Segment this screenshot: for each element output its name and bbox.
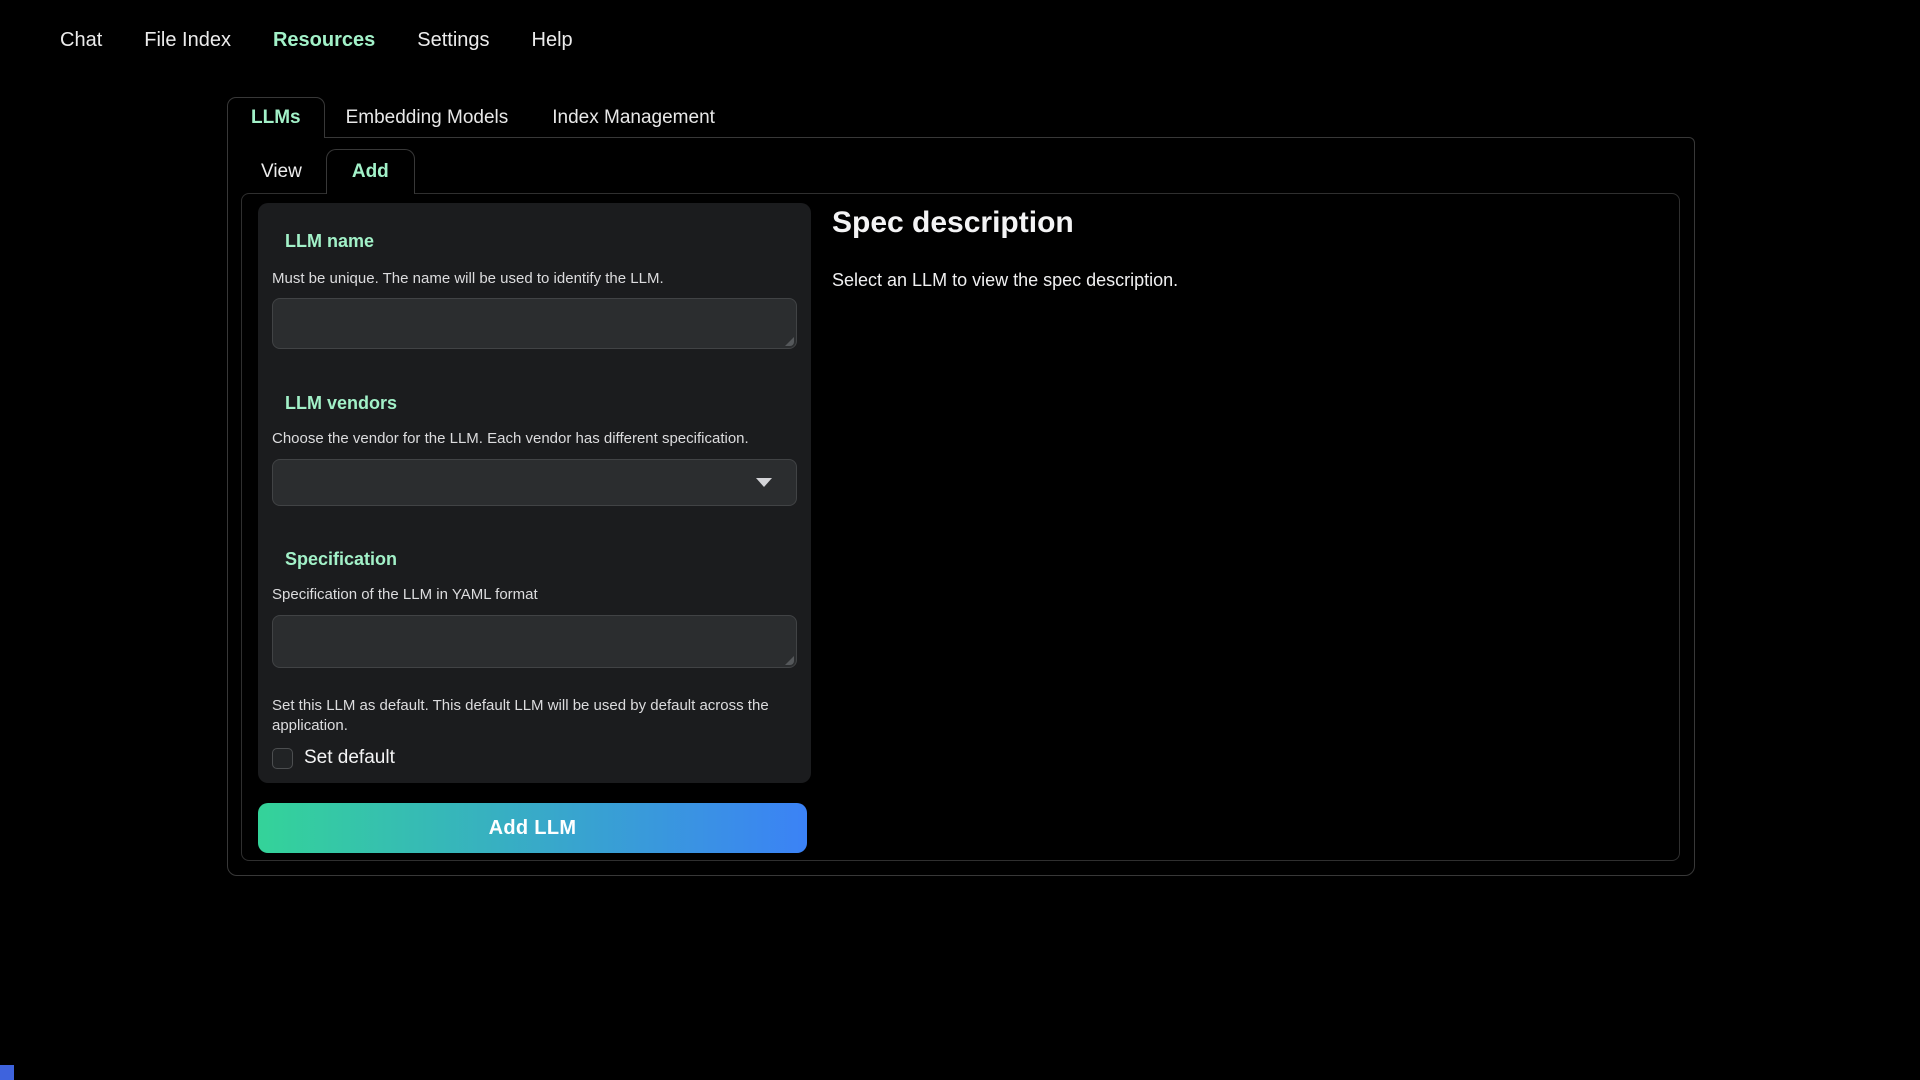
nav-item-chat[interactable]: Chat xyxy=(60,29,102,52)
tab-index-management-label: Index Management xyxy=(552,107,715,129)
subtab-add[interactable]: Add xyxy=(326,149,415,194)
llm-vendors-label: LLM vendors xyxy=(285,393,797,413)
specification-input[interactable] xyxy=(272,615,797,668)
tab-index-management[interactable]: Index Management xyxy=(552,97,715,138)
specification-help: Specification of the LLM in YAML format xyxy=(272,586,797,604)
set-default-label[interactable]: Set default xyxy=(304,747,395,769)
set-default-help: Set this LLM as default. This default LL… xyxy=(272,696,797,736)
nav-item-settings[interactable]: Settings xyxy=(417,29,489,52)
llm-name-input-wrap xyxy=(272,298,797,349)
tab-embedding-models[interactable]: Embedding Models xyxy=(346,97,509,138)
spec-description-message: Select an LLM to view the spec descripti… xyxy=(832,270,1652,291)
nav-item-help[interactable]: Help xyxy=(532,29,573,52)
nav-item-file-index[interactable]: File Index xyxy=(144,29,231,52)
llms-subtab-strip: View Add xyxy=(241,149,415,194)
add-llm-button[interactable]: Add LLM xyxy=(258,803,807,853)
subtab-view[interactable]: View xyxy=(241,149,322,194)
top-nav: Chat File Index Resources Settings Help xyxy=(60,20,573,60)
llm-vendors-help: Choose the vendor for the LLM. Each vend… xyxy=(272,430,797,448)
add-llm-form: LLM name Must be unique. The name will b… xyxy=(258,203,811,783)
llm-name-label: LLM name xyxy=(285,231,797,251)
tab-llms-label: LLMs xyxy=(251,107,301,129)
spec-description-panel: Spec description Select an LLM to view t… xyxy=(832,204,1652,291)
nav-item-resources[interactable]: Resources xyxy=(273,29,375,52)
specification-label: Specification xyxy=(285,549,797,569)
llm-name-input[interactable] xyxy=(272,298,797,349)
chevron-down-icon xyxy=(756,478,772,487)
subtab-view-label: View xyxy=(261,161,302,183)
bottom-left-blue-artifact xyxy=(0,1065,14,1080)
set-default-row[interactable]: Set default xyxy=(272,747,797,769)
spec-description-title: Spec description xyxy=(832,204,1652,241)
resources-tab-strip: LLMs Embedding Models Index Management xyxy=(227,97,715,138)
llm-vendor-select[interactable] xyxy=(272,459,797,506)
tab-llms[interactable]: LLMs xyxy=(227,97,325,138)
subtab-add-label: Add xyxy=(352,161,389,183)
specification-input-wrap xyxy=(272,615,797,668)
set-default-checkbox[interactable] xyxy=(272,748,293,769)
llm-name-help: Must be unique. The name will be used to… xyxy=(272,270,797,288)
tab-embedding-models-label: Embedding Models xyxy=(346,107,509,129)
